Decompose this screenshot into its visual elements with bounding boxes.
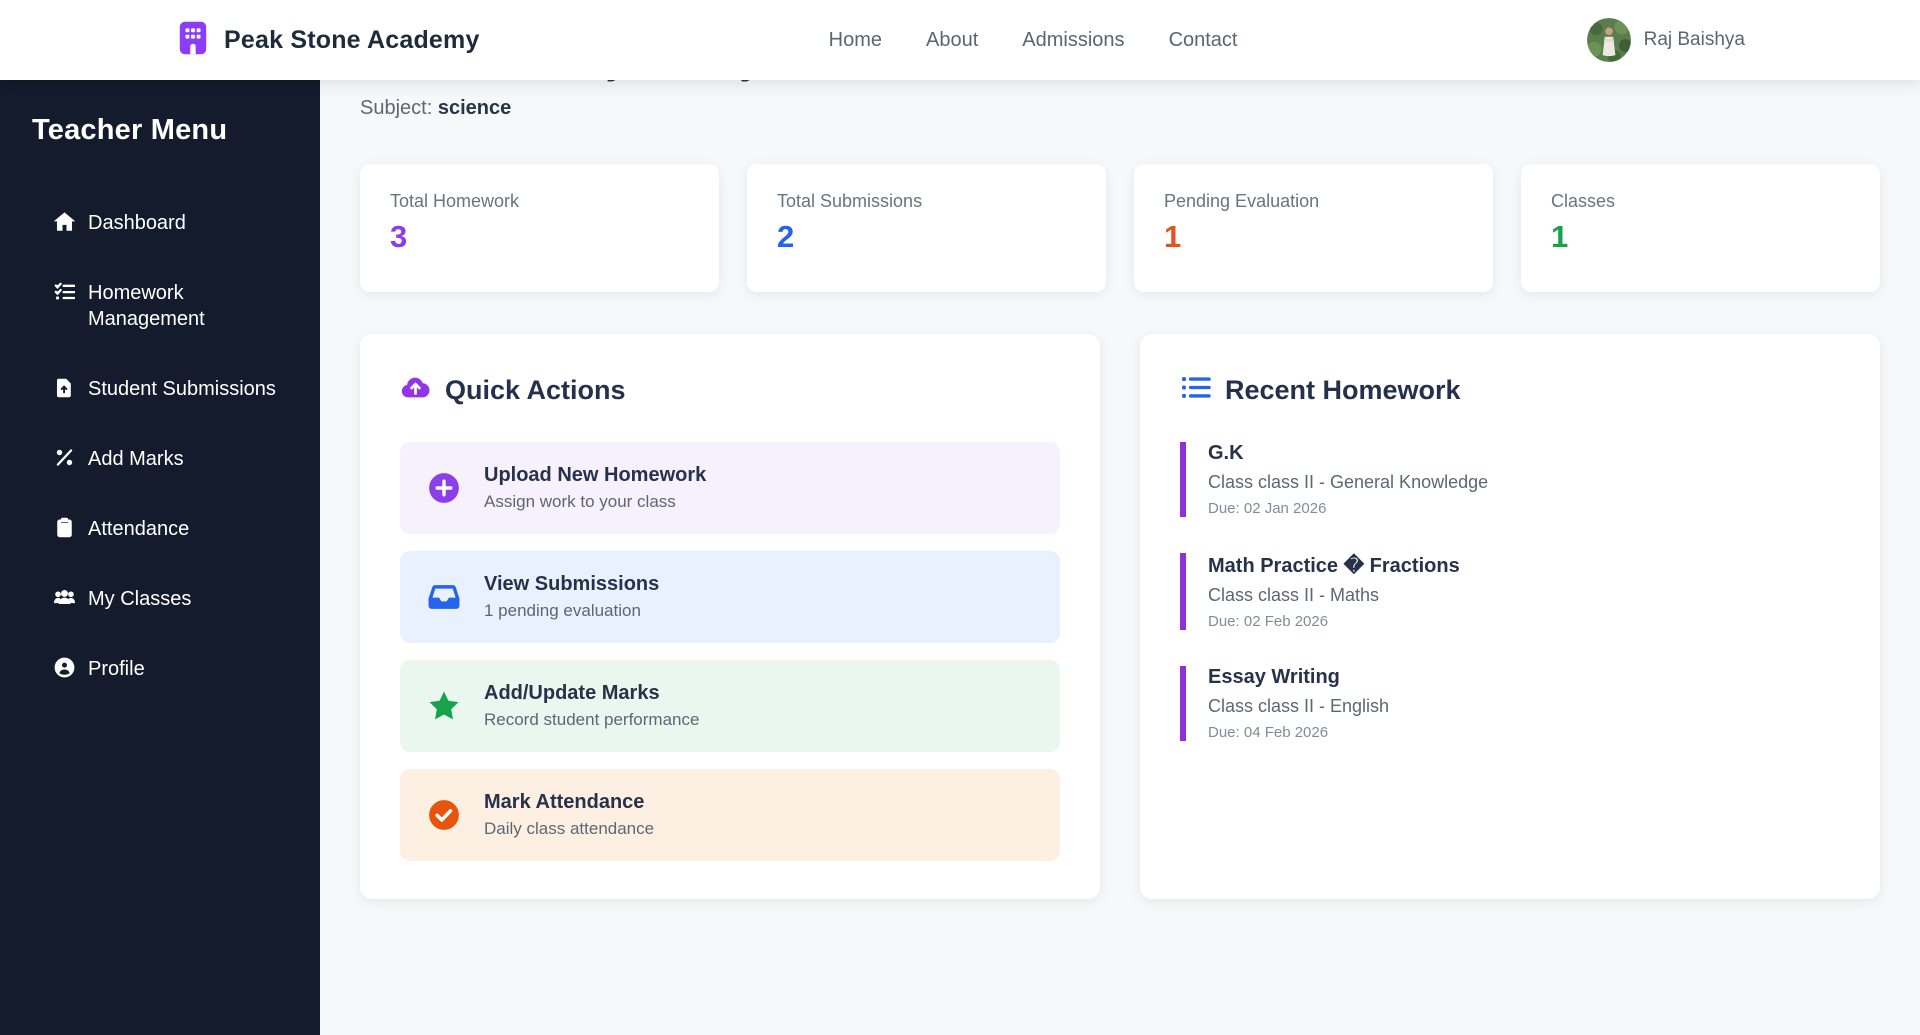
brand-logo[interactable]: Peak Stone Academy <box>175 20 480 61</box>
action-view-submissions[interactable]: View Submissions 1 pending evaluation <box>400 551 1060 643</box>
subject-label: Subject: <box>360 97 433 119</box>
nav-link-about[interactable]: About <box>926 29 978 52</box>
user-name: Raj Baishya <box>1643 29 1745 50</box>
stat-value: 1 <box>1164 219 1182 254</box>
action-subtitle: Daily class attendance <box>484 819 655 838</box>
homework-title: G.K <box>1208 442 1244 464</box>
homework-due-date: Due: 02 Feb 2026 <box>1208 613 1329 630</box>
action-mark-attendance[interactable]: Mark Attendance Daily class attendance <box>400 769 1060 861</box>
panel-title: Recent Homework <box>1225 374 1461 405</box>
homework-meta: Class class II - English <box>1208 696 1390 716</box>
stats-row: Total Homework 3 Total Submissions 2 Pen… <box>360 164 1880 292</box>
subject-value: science <box>437 97 512 119</box>
sidebar-nav: Dashboard Homework Management Student Su… <box>32 199 294 693</box>
main-content: Welcome, Raj Baishya Subject: science To… <box>320 0 1920 899</box>
homework-due-date: Due: 04 Feb 2026 <box>1208 724 1329 741</box>
stat-card-pending-evaluation: Pending Evaluation 1 <box>1134 164 1493 292</box>
sidebar-item-homework-management[interactable]: Homework Management <box>32 269 294 343</box>
homework-due-date: Due: 02 Jan 2026 <box>1208 500 1327 517</box>
avatar <box>1586 18 1631 62</box>
user-menu[interactable]: Raj Baishya <box>1586 18 1745 62</box>
sidebar-item-attendance[interactable]: Attendance <box>32 505 294 553</box>
action-title: View Submissions <box>484 573 660 595</box>
stat-card-classes: Classes 1 <box>1521 164 1880 292</box>
action-subtitle: Assign work to your class <box>484 492 676 511</box>
sidebar-item-label: Student Submissions <box>88 378 276 400</box>
stat-card-total-submissions: Total Submissions 2 <box>747 164 1106 292</box>
nav-link-admissions[interactable]: Admissions <box>1022 29 1124 52</box>
sidebar-title: Teacher Menu <box>32 114 228 146</box>
circle-user-icon <box>52 657 76 678</box>
action-upload-new-homework[interactable]: Upload New Homework Assign work to your … <box>400 442 1060 534</box>
sidebar-item-label: Profile <box>88 658 145 680</box>
building-icon <box>175 20 211 61</box>
top-navbar: Peak Stone Academy Home About Admissions… <box>0 0 1920 80</box>
nav-link-contact[interactable]: Contact <box>1169 29 1238 52</box>
action-subtitle: Record student performance <box>484 710 700 729</box>
users-icon <box>52 587 76 608</box>
subject-line: Subject: science <box>360 97 1880 120</box>
cloud-arrow-up-icon <box>400 372 431 408</box>
circle-plus-icon <box>426 470 462 506</box>
stat-value: 1 <box>1551 219 1569 254</box>
sidebar-item-label: Homework Management <box>88 282 205 330</box>
main-nav: Home About Admissions Contact <box>829 29 1238 52</box>
panel-title: Quick Actions <box>445 374 626 405</box>
circle-check-icon <box>426 797 462 833</box>
sidebar-item-dashboard[interactable]: Dashboard <box>32 199 294 247</box>
sidebar-item-student-submissions[interactable]: Student Submissions <box>32 365 294 413</box>
quick-actions-panel: Quick Actions Upload New Homework Assign… <box>360 334 1100 899</box>
stat-label: Total Homework <box>390 191 520 211</box>
homework-title: Math Practice � Fractions <box>1208 555 1460 577</box>
stat-label: Pending Evaluation <box>1164 191 1320 211</box>
action-add-update-marks[interactable]: Add/Update Marks Record student performa… <box>400 660 1060 752</box>
stat-label: Classes <box>1551 191 1616 211</box>
home-icon <box>52 211 76 232</box>
homework-item-math-practice: Math Practice � Fractions Class class II… <box>1180 553 1840 630</box>
clipboard-icon <box>52 517 76 538</box>
homework-meta: Class class II - Maths <box>1208 585 1380 605</box>
homework-item-essay-writing: Essay Writing Class class II - English D… <box>1180 666 1840 741</box>
sidebar-item-label: Dashboard <box>88 212 186 234</box>
stat-value: 3 <box>390 219 408 254</box>
nav-link-home[interactable]: Home <box>829 29 882 52</box>
sidebar: Teacher Menu Dashboard Homework Manageme… <box>0 80 320 1035</box>
sidebar-item-label: Attendance <box>88 518 190 540</box>
content-row: Quick Actions Upload New Homework Assign… <box>360 334 1880 899</box>
list-check-icon <box>52 281 76 302</box>
homework-title: Essay Writing <box>1208 666 1340 688</box>
sidebar-item-profile[interactable]: Profile <box>32 645 294 693</box>
stat-value: 2 <box>777 219 795 254</box>
homework-item-gk: G.K Class class II - General Knowledge D… <box>1180 442 1840 517</box>
action-subtitle: 1 pending evaluation <box>484 601 641 620</box>
stat-label: Total Submissions <box>777 191 923 211</box>
percent-icon <box>52 447 76 468</box>
recent-homework-header: Recent Homework <box>1180 372 1840 408</box>
list-ul-icon <box>1180 372 1211 408</box>
action-title: Upload New Homework <box>484 464 707 486</box>
inbox-icon <box>426 579 462 615</box>
star-icon <box>426 688 462 724</box>
file-arrow-up-icon <box>52 377 76 398</box>
sidebar-item-label: My Classes <box>88 588 192 610</box>
quick-actions-header: Quick Actions <box>400 372 1060 408</box>
sidebar-item-my-classes[interactable]: My Classes <box>32 575 294 623</box>
action-title: Add/Update Marks <box>484 682 660 704</box>
stat-card-total-homework: Total Homework 3 <box>360 164 719 292</box>
brand-name: Peak Stone Academy <box>224 25 480 54</box>
homework-meta: Class class II - General Knowledge <box>1208 472 1489 492</box>
action-title: Mark Attendance <box>484 791 645 813</box>
sidebar-item-label: Add Marks <box>88 448 184 470</box>
recent-homework-panel: Recent Homework G.K Class class II - Gen… <box>1140 334 1880 899</box>
sidebar-item-add-marks[interactable]: Add Marks <box>32 435 294 483</box>
